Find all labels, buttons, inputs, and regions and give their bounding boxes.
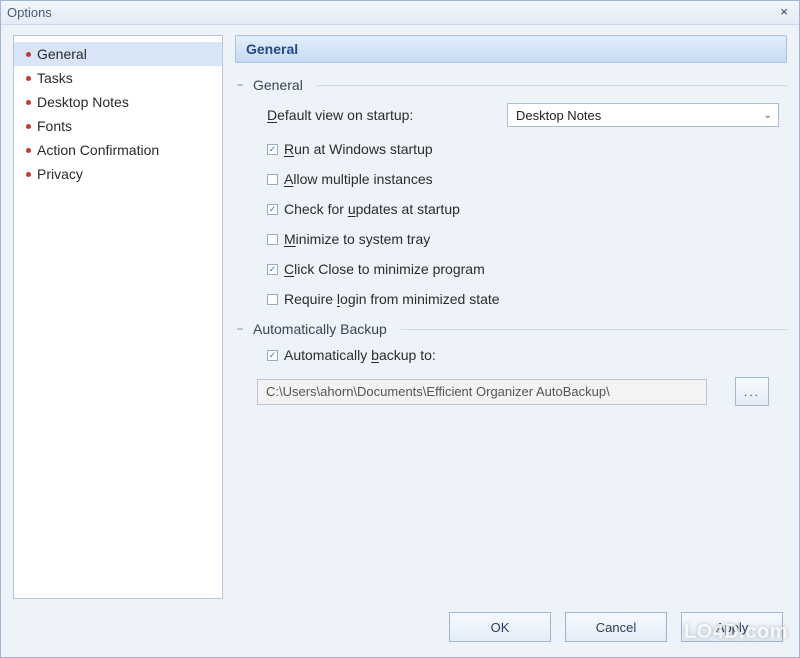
collapse-icon[interactable]: − [235,78,245,92]
sidebar-item-label: Action Confirmation [37,142,159,158]
sidebar-item-label: Tasks [37,70,73,86]
sidebar-item-fonts[interactable]: Fonts [14,114,222,138]
bullet-icon [26,124,31,129]
chk-check-for-updates[interactable]: ✓ Check for updates at startup [267,201,783,217]
titlebar: Options × [1,1,799,25]
ok-button[interactable]: OK [449,612,551,642]
default-view-label: Default view on startup: [267,107,413,123]
checkbox-icon: ✓ [267,264,278,275]
row-backup-path: C:\Users\ahorn\Documents\Efficient Organ… [257,377,783,406]
options-window: Options × General Tasks Desktop Notes Fo… [0,0,800,658]
section-header: General [235,35,787,63]
group-general: − General Default view on startup: Deskt… [235,77,787,307]
checkbox-label: Minimize to system tray [284,231,430,247]
chevron-down-icon: ⌄ [764,110,772,121]
sidebar-item-desktop-notes[interactable]: Desktop Notes [14,90,222,114]
checkbox-icon: ✓ [267,204,278,215]
row-default-view: Default view on startup: Desktop Notes ⌄ [267,103,783,127]
group-header-backup: − Automatically Backup [235,321,787,337]
group-backup-fields: ✓ Automatically backup to: C:\Users\ahor… [235,337,787,406]
checkbox-label: Automatically backup to: [284,347,436,363]
sidebar-item-label: Privacy [37,166,83,182]
checkbox-icon [267,174,278,185]
bullet-icon [26,52,31,57]
default-view-select[interactable]: Desktop Notes ⌄ [507,103,779,127]
content-area: General Tasks Desktop Notes Fonts Action… [1,25,799,607]
group-header-general: − General [235,77,787,93]
bullet-icon [26,76,31,81]
collapse-icon[interactable]: − [235,322,245,336]
checkbox-icon [267,234,278,245]
close-icon[interactable]: × [775,4,793,20]
checkbox-label: Run at Windows startup [284,141,433,157]
group-title: General [253,77,309,93]
chk-run-at-startup[interactable]: ✓ Run at Windows startup [267,141,783,157]
checkbox-icon: ✓ [267,144,278,155]
group-backup: − Automatically Backup ✓ Automatically b… [235,321,787,406]
bullet-icon [26,100,31,105]
main-panel: General − General Default view on startu… [235,35,787,599]
cancel-button[interactable]: Cancel [565,612,667,642]
chk-auto-backup[interactable]: ✓ Automatically backup to: [267,347,783,363]
group-general-fields: Default view on startup: Desktop Notes ⌄… [235,93,787,307]
sidebar: General Tasks Desktop Notes Fonts Action… [13,35,223,599]
chk-close-minimizes[interactable]: ✓ Click Close to minimize program [267,261,783,277]
chk-minimize-to-tray[interactable]: Minimize to system tray [267,231,783,247]
sidebar-item-general[interactable]: General [14,42,222,66]
checkbox-icon: ✓ [267,350,278,361]
window-title: Options [7,5,52,20]
checkbox-label: Check for updates at startup [284,201,460,217]
sidebar-item-action-confirmation[interactable]: Action Confirmation [14,138,222,162]
sidebar-item-label: Fonts [37,118,72,134]
select-value: Desktop Notes [516,108,601,123]
sidebar-item-tasks[interactable]: Tasks [14,66,222,90]
checkbox-label: Require login from minimized state [284,291,500,307]
button-bar: OK Cancel Apply [1,607,799,657]
divider [317,85,787,86]
browse-button[interactable]: ... [735,377,769,406]
chk-require-login[interactable]: Require login from minimized state [267,291,783,307]
checkbox-icon [267,294,278,305]
divider [401,329,787,330]
sidebar-item-label: Desktop Notes [37,94,129,110]
sidebar-item-privacy[interactable]: Privacy [14,162,222,186]
chk-allow-multiple-instances[interactable]: Allow multiple instances [267,171,783,187]
checkbox-label: Allow multiple instances [284,171,433,187]
apply-button[interactable]: Apply [681,612,783,642]
backup-path-field[interactable]: C:\Users\ahorn\Documents\Efficient Organ… [257,379,707,405]
sidebar-item-label: General [37,46,87,62]
checkbox-label: Click Close to minimize program [284,261,485,277]
group-title: Automatically Backup [253,321,393,337]
bullet-icon [26,148,31,153]
bullet-icon [26,172,31,177]
